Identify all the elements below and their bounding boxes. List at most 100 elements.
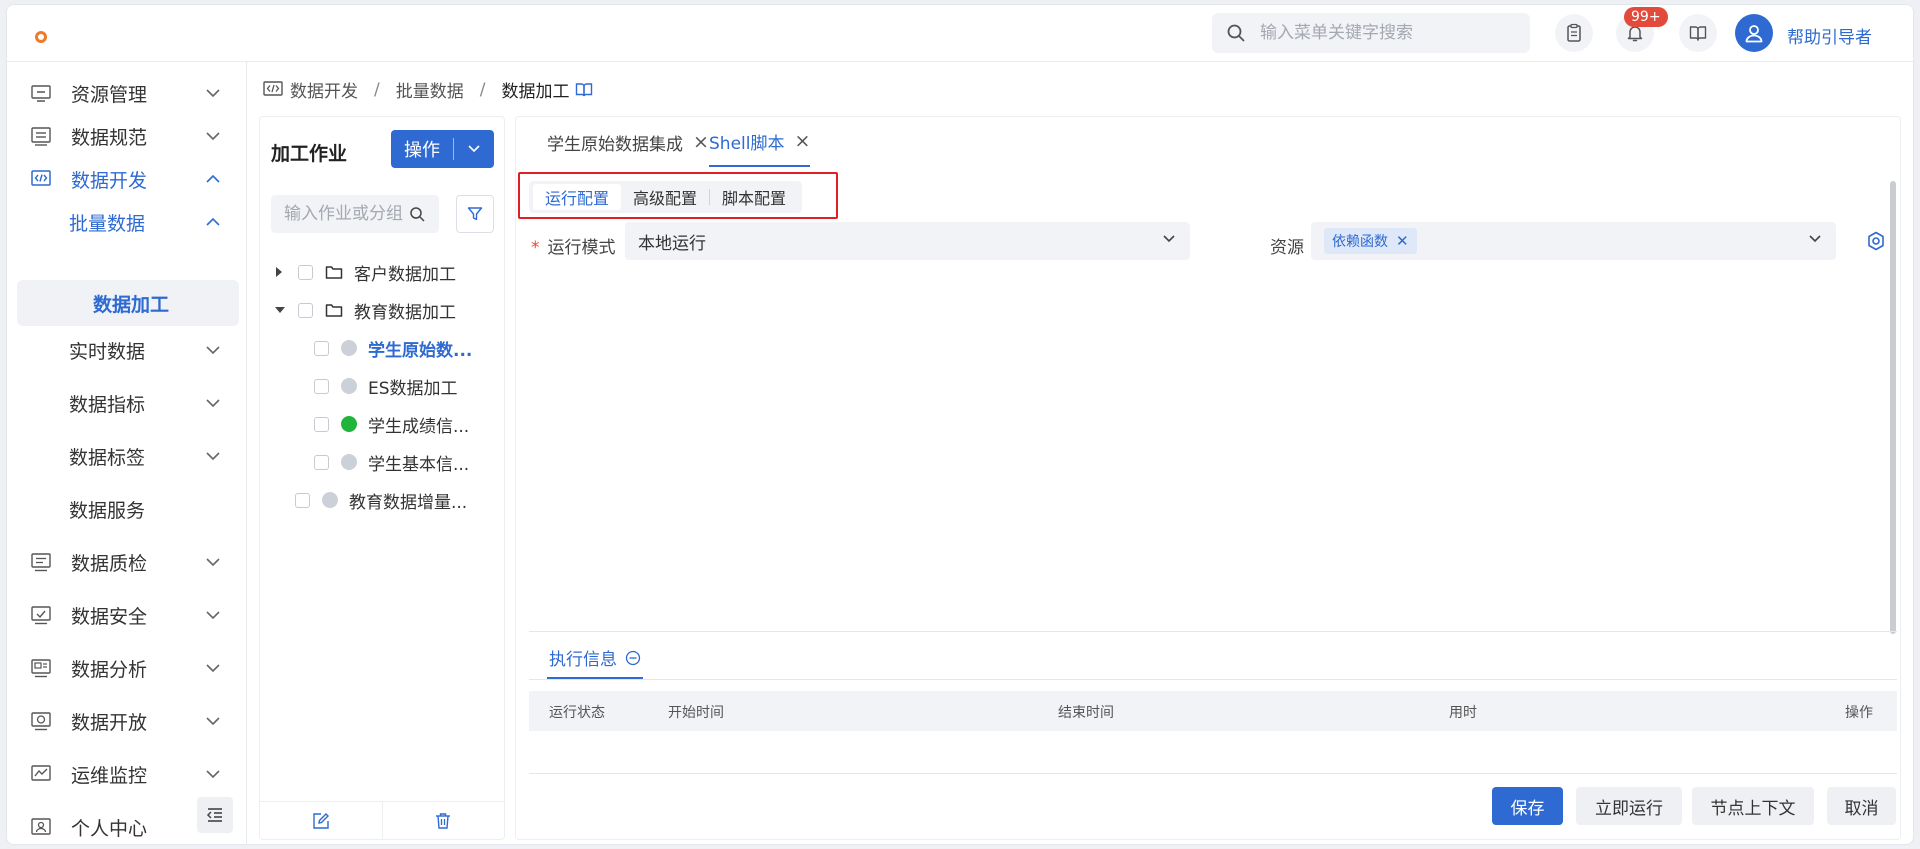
- sidebar-item-open[interactable]: 数据开放: [7, 698, 247, 744]
- sidebar-item-label: 数据标签: [69, 446, 146, 469]
- edit-icon: [313, 812, 329, 829]
- job-search[interactable]: [271, 195, 439, 233]
- tree-checkbox[interactable]: [295, 492, 310, 508]
- sidebar-item-tags[interactable]: 数据标签: [7, 433, 247, 479]
- caret-right-icon[interactable]: [274, 266, 284, 278]
- collapse-sidebar-button[interactable]: [197, 797, 233, 833]
- resource-select[interactable]: 依赖函数 ✕: [1311, 222, 1836, 260]
- sidebar-item-label: 数据分析: [71, 658, 148, 681]
- tab-exec-info[interactable]: 执行信息: [547, 638, 643, 679]
- chevron-down-icon: [206, 770, 220, 779]
- run-mode-select[interactable]: 本地运行: [625, 222, 1190, 260]
- node-context-button[interactable]: 节点上下文: [1692, 787, 1814, 825]
- gear-icon[interactable]: [1866, 231, 1886, 251]
- sidebar-item-metrics[interactable]: 数据指标: [7, 380, 247, 426]
- chevron-down-icon: [206, 558, 220, 567]
- sidebar-item-label: 数据开发: [71, 169, 148, 192]
- sidebar-item-batch[interactable]: 批量数据: [7, 199, 247, 245]
- tab-student-raw[interactable]: 学生原始数据集成 ×: [547, 117, 709, 167]
- menu-search-input[interactable]: [1260, 23, 1500, 43]
- menu-search[interactable]: [1212, 13, 1530, 53]
- tree-job-row[interactable]: 学生基本信...: [314, 447, 469, 477]
- scrollbar[interactable]: [1890, 181, 1896, 634]
- required-marker: *: [531, 238, 540, 258]
- breadcrumb-item[interactable]: 批量数据: [396, 77, 464, 102]
- filter-icon: [467, 207, 483, 221]
- sidebar-item-standards[interactable]: 数据规范: [7, 113, 247, 159]
- tab-label: Shell脚本: [709, 133, 785, 154]
- close-icon[interactable]: ×: [794, 130, 810, 152]
- tree-item-label: 学生基本信...: [368, 454, 470, 475]
- sidebar-item-processing[interactable]: 数据加工: [17, 280, 239, 326]
- sidebar-item-dev[interactable]: 数据开发: [7, 156, 247, 202]
- sidebar-item-label: 数据规范: [71, 126, 148, 149]
- tree-checkbox[interactable]: [298, 264, 313, 280]
- chevron-down-icon: [1163, 235, 1175, 243]
- tab-run-config[interactable]: 运行配置: [533, 184, 622, 210]
- sidebar-item-label: 资源管理: [71, 83, 148, 106]
- tree-job-row[interactable]: 教育数据增量...: [295, 485, 467, 515]
- sidebar-item-realtime[interactable]: 实时数据: [7, 327, 247, 373]
- tab-label: 学生原始数据集成: [547, 134, 683, 155]
- tree-checkbox[interactable]: [314, 454, 329, 470]
- save-button[interactable]: 保存: [1492, 787, 1563, 825]
- book-open-icon[interactable]: [575, 82, 593, 98]
- tree-group-row[interactable]: 教育数据加工: [274, 295, 456, 325]
- resource-icon: [31, 85, 51, 102]
- minus-circle-icon[interactable]: [625, 650, 641, 666]
- task-button[interactable]: [1555, 14, 1593, 52]
- tab-script-config[interactable]: 脚本配置: [710, 184, 798, 210]
- search-icon: [410, 206, 425, 222]
- tree-job-row[interactable]: 学生原始数...: [314, 333, 472, 363]
- cancel-button[interactable]: 取消: [1827, 787, 1896, 825]
- close-icon[interactable]: ×: [693, 131, 709, 153]
- sidebar-item-label: 数据安全: [71, 605, 148, 628]
- folder-icon: [325, 304, 343, 317]
- tree-checkbox[interactable]: [314, 416, 329, 432]
- sidebar-item-analysis[interactable]: 数据分析: [7, 645, 247, 691]
- status-dot: [341, 340, 357, 356]
- tree-item-label: ES数据加工: [368, 378, 458, 399]
- operate-dropdown[interactable]: [454, 144, 494, 154]
- monitor-chart-icon: [31, 765, 51, 781]
- tree-checkbox[interactable]: [298, 302, 313, 318]
- username[interactable]: 帮助引导者: [1787, 23, 1872, 48]
- edit-button[interactable]: [260, 802, 382, 839]
- sidebar-item-label: 数据开放: [71, 711, 148, 734]
- tree-job-row[interactable]: ES数据加工: [314, 371, 458, 401]
- notification-badge: 99+: [1624, 7, 1668, 27]
- run-mode-label-text: 运行模式: [547, 238, 616, 258]
- operate-button[interactable]: 操作: [391, 130, 494, 168]
- column-header: 用时: [1449, 705, 1477, 721]
- code-icon: [31, 170, 51, 186]
- tree-job-row[interactable]: 学生成绩信...: [314, 409, 469, 439]
- sidebar-item-service[interactable]: 数据服务: [7, 486, 247, 532]
- search-icon: [1227, 24, 1245, 42]
- tree-checkbox[interactable]: [314, 340, 329, 356]
- sidebar-item-label: 批量数据: [69, 212, 146, 235]
- tree-checkbox[interactable]: [314, 378, 329, 394]
- avatar[interactable]: [1735, 14, 1773, 52]
- divider: [529, 679, 1897, 680]
- filter-button[interactable]: [456, 195, 494, 233]
- tab-advanced-config[interactable]: 高级配置: [621, 184, 709, 210]
- sidebar-item-ops[interactable]: 运维监控: [7, 751, 247, 797]
- tree-group-row[interactable]: 客户数据加工: [274, 257, 456, 287]
- delete-button[interactable]: [381, 802, 505, 839]
- column-header: 结束时间: [1058, 705, 1114, 721]
- chevron-down-icon: [206, 346, 220, 355]
- tree-item-label: 教育数据增量...: [349, 492, 468, 513]
- run-now-button[interactable]: 立即运行: [1576, 787, 1682, 825]
- breadcrumb-item[interactable]: 数据开发: [290, 77, 358, 102]
- resource-label: 资源: [1270, 238, 1304, 258]
- help-docs-button[interactable]: [1679, 14, 1717, 52]
- close-icon[interactable]: ✕: [1396, 232, 1409, 250]
- sidebar-item-security[interactable]: 数据安全: [7, 592, 247, 638]
- tab-shell-script[interactable]: Shell脚本 ×: [709, 117, 811, 167]
- caret-down-icon[interactable]: [274, 305, 286, 315]
- breadcrumb-separator: /: [479, 79, 486, 100]
- sidebar-item-resource[interactable]: 资源管理: [7, 70, 247, 116]
- job-search-input[interactable]: [284, 204, 409, 224]
- sidebar-item-quality[interactable]: 数据质检: [7, 539, 247, 585]
- indent-icon: [206, 808, 222, 822]
